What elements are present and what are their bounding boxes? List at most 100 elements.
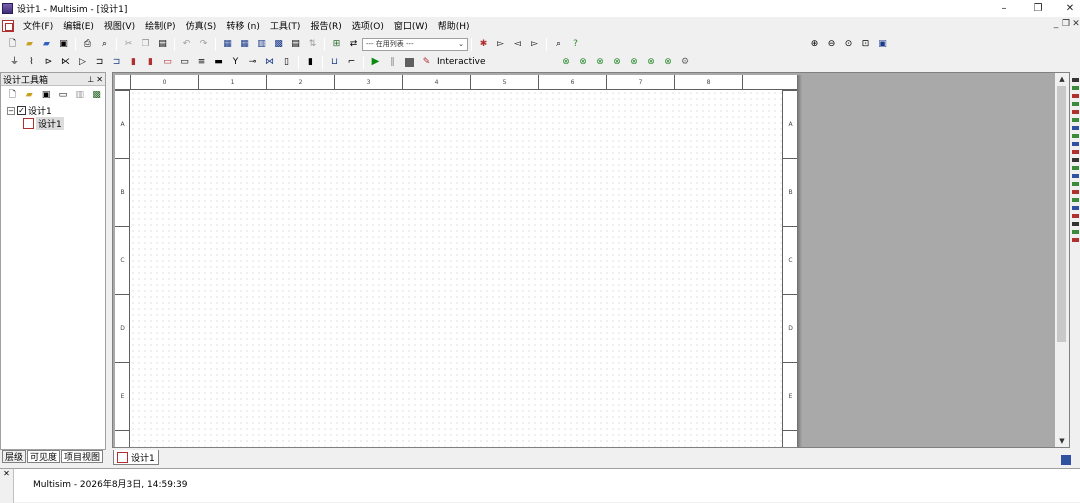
print-icon[interactable]: ⎙	[81, 37, 95, 51]
tab-design1[interactable]: 设计1	[113, 450, 159, 465]
interactive-mode-label[interactable]: Interactive	[437, 57, 485, 67]
full-screen-icon[interactable]: ▣	[876, 37, 890, 51]
open-icon[interactable]: ▰	[23, 37, 37, 51]
menu-tools[interactable]: 工具(T)	[265, 19, 306, 32]
electrical-rules-check-icon[interactable]: ✱	[477, 37, 491, 51]
spreadsheet-close-icon[interactable]: ✕	[0, 469, 13, 478]
open-sample-icon[interactable]: ▰	[40, 37, 54, 51]
multimeter-icon[interactable]	[1072, 78, 1079, 82]
menu-help[interactable]: 帮助(H)	[433, 19, 475, 32]
agilent-generator-icon[interactable]	[1072, 190, 1079, 194]
run-icon[interactable]: ▶	[369, 55, 383, 69]
transfer-to-ultiboard-icon[interactable]: ▻	[494, 37, 508, 51]
open-design-icon[interactable]: ▰	[22, 88, 36, 102]
spectrum-analyzer-icon[interactable]	[1072, 174, 1079, 178]
ni-elvismx-icon[interactable]	[1072, 230, 1079, 234]
oscilloscope-icon[interactable]	[1072, 102, 1079, 106]
postprocessor-icon[interactable]: ▤	[289, 37, 303, 51]
redo-icon[interactable]: ↷	[197, 37, 211, 51]
pause-icon[interactable]: ‖	[386, 55, 400, 69]
zoom-out-icon[interactable]: ⊖	[825, 37, 839, 51]
frequency-counter-icon[interactable]	[1072, 126, 1079, 130]
spreadsheet-handle[interactable]: ✕	[0, 469, 14, 503]
restore-button[interactable]: ❐	[1022, 0, 1054, 17]
power-component-icon[interactable]: ▬	[212, 55, 226, 69]
logic-analyzer-icon[interactable]	[1072, 150, 1079, 154]
rf-icon[interactable]: ⊸	[246, 55, 260, 69]
create-component-icon[interactable]: ⊞	[330, 37, 344, 51]
indicator-icon[interactable]: ≡	[195, 55, 209, 69]
database-manager-icon[interactable]: ▥	[255, 37, 269, 51]
schematic-workspace[interactable]: 0 1 2 3 4 5 6 7 8 A B C D E A B C D E	[112, 72, 1070, 448]
panel-pin-icon[interactable]: ⊥	[87, 75, 94, 84]
agilent-multimeter-icon[interactable]	[1072, 198, 1079, 202]
ni-component-icon[interactable]: ▯	[280, 55, 294, 69]
spreadsheet-toggle-icon[interactable]	[1061, 455, 1071, 465]
design-toolbox-icon[interactable]: ▦	[221, 37, 235, 51]
tree-root-row[interactable]: − ✓ 设计1	[7, 104, 105, 117]
current-probe-icon[interactable]	[1072, 238, 1079, 242]
advanced-peripherals-icon[interactable]: ▮	[144, 55, 158, 69]
scroll-up-icon[interactable]: ▲	[1055, 73, 1069, 85]
cmos-icon[interactable]: ⊐	[110, 55, 124, 69]
probe-reference-icon[interactable]: ⊗	[627, 55, 641, 69]
vertical-scrollbar[interactable]: ▲ ▼	[1055, 73, 1069, 447]
menu-transfer[interactable]: 转移 (n)	[221, 19, 265, 32]
probe-power-icon[interactable]: ⊗	[593, 55, 607, 69]
interactive-probe-icon[interactable]: ✎	[420, 55, 434, 69]
menu-reports[interactable]: 报告(R)	[305, 19, 346, 32]
collapse-icon[interactable]: −	[7, 106, 15, 115]
wattmeter-icon[interactable]	[1072, 94, 1079, 98]
zoom-fit-icon[interactable]: ⊡	[859, 37, 873, 51]
paste-icon[interactable]: ▤	[156, 37, 170, 51]
hierarchy-icon[interactable]: ▩	[90, 88, 104, 102]
panel-close-icon[interactable]: ✕	[96, 75, 103, 84]
function-generator-icon[interactable]	[1072, 86, 1079, 90]
tab-hierarchy[interactable]: 层级	[2, 450, 27, 463]
cut-icon[interactable]: ✂	[122, 37, 136, 51]
agilent-oscilloscope-icon[interactable]	[1072, 206, 1079, 210]
electromechanical-icon[interactable]: ⋈	[263, 55, 277, 69]
zoom-in-icon[interactable]: ⊕	[808, 37, 822, 51]
gear-icon[interactable]: ⚙	[678, 55, 692, 69]
find-icon[interactable]: ⌕	[552, 37, 566, 51]
labview-instrument-icon[interactable]	[1072, 222, 1079, 226]
minimize-button[interactable]: –	[988, 0, 1020, 17]
save-design-icon[interactable]: ▣	[39, 88, 53, 102]
mdi-close-button[interactable]: ✕	[1070, 19, 1080, 29]
rename-icon[interactable]: ▥	[73, 88, 87, 102]
tab-project-view[interactable]: 项目视图	[61, 450, 104, 463]
transistor-icon[interactable]: ⋉	[59, 55, 73, 69]
menu-options[interactable]: 选项(O)	[347, 19, 389, 32]
menu-window[interactable]: 窗口(W)	[389, 19, 433, 32]
stop-icon[interactable]	[403, 55, 417, 69]
in-use-list-dropdown[interactable]: --- 在用列表 --- ⌄	[362, 37, 468, 51]
probe-settings-icon[interactable]: ⊗	[661, 55, 675, 69]
zoom-area-icon[interactable]: ⊙	[842, 37, 856, 51]
spreadsheet-view-icon[interactable]: ▦	[238, 37, 252, 51]
analog-icon[interactable]: ▷	[76, 55, 90, 69]
new-design-icon[interactable]: 🗋	[6, 88, 20, 102]
print-preview-icon[interactable]: ⌕	[98, 37, 112, 51]
tree-child-row[interactable]: 设计1	[7, 117, 105, 130]
save-icon[interactable]: ▣	[57, 37, 71, 51]
menu-view[interactable]: 视图(V)	[99, 19, 140, 32]
undo-icon[interactable]: ↶	[180, 37, 194, 51]
grapher-icon[interactable]: ▩	[272, 37, 286, 51]
probe-voltage-icon[interactable]: ⊗	[559, 55, 573, 69]
place-hierarchical-icon[interactable]: ▮	[304, 55, 318, 69]
mcu-icon[interactable]: ▮	[127, 55, 141, 69]
back-annotate-icon[interactable]: ◅	[511, 37, 525, 51]
bode-plotter-icon[interactable]	[1072, 118, 1079, 122]
forward-annotate-icon[interactable]: ▻	[528, 37, 542, 51]
schematic-sheet[interactable]: 0 1 2 3 4 5 6 7 8 A B C D E A B C D E	[115, 75, 798, 447]
place-connector-icon[interactable]: ⊔	[328, 55, 342, 69]
copy-icon[interactable]: ❐	[139, 37, 153, 51]
diode-icon[interactable]: ⊳	[42, 55, 56, 69]
scrollbar-thumb[interactable]	[1057, 86, 1066, 342]
logic-converter-icon[interactable]	[1072, 142, 1079, 146]
probe-digital-icon[interactable]: ⊗	[644, 55, 658, 69]
tab-visibility[interactable]: 可见度	[27, 450, 61, 463]
basic-icon[interactable]: ⌇	[25, 55, 39, 69]
component-wizard-icon[interactable]: ⇅	[306, 37, 320, 51]
